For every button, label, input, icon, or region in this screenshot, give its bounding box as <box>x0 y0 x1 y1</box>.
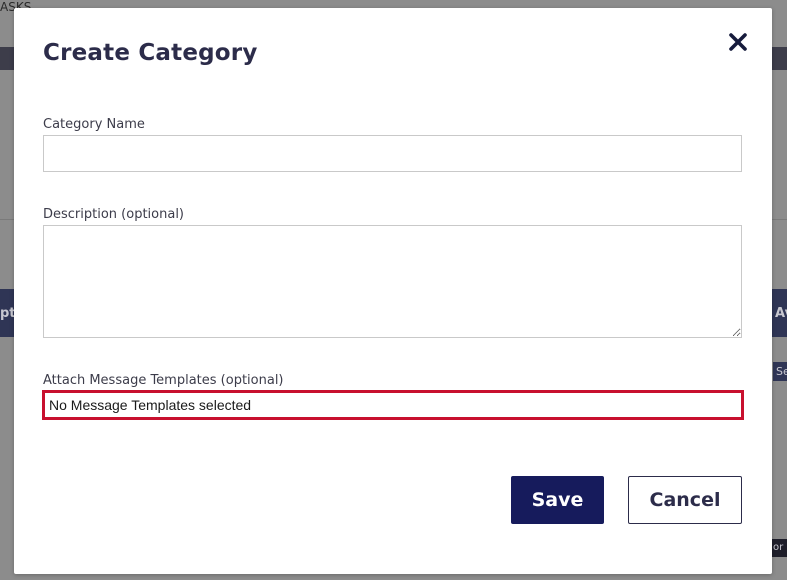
close-button[interactable] <box>722 26 754 58</box>
message-templates-selector[interactable]: No Message Templates selected <box>42 390 744 420</box>
background-bottom-fragment: or <box>771 539 787 557</box>
category-name-label: Category Name <box>43 117 145 132</box>
background-button-fragment: Se <box>773 362 787 381</box>
category-name-input[interactable] <box>43 135 742 172</box>
cancel-button[interactable]: Cancel <box>628 476 742 524</box>
description-label: Description (optional) <box>43 207 185 222</box>
create-category-modal: Create Category Category Name Descriptio… <box>14 8 772 574</box>
close-icon <box>729 33 747 51</box>
save-button[interactable]: Save <box>511 476 604 524</box>
message-templates-label: Attach Message Templates (optional) <box>43 373 284 388</box>
modal-title: Create Category <box>43 40 258 66</box>
background-header-right: Av <box>775 306 787 321</box>
description-textarea[interactable] <box>43 225 742 338</box>
message-templates-value: No Message Templates selected <box>49 397 252 413</box>
